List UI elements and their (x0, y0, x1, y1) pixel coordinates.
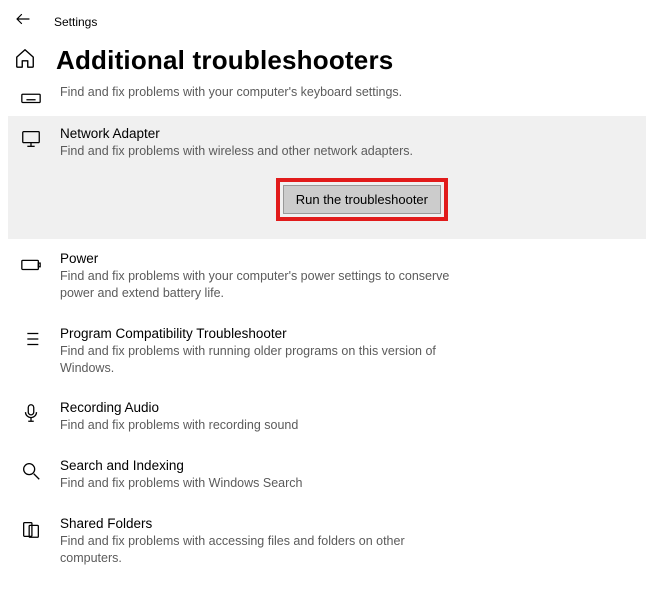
item-title: Program Compatibility Troubleshooter (60, 326, 460, 341)
item-desc: Find and fix problems with accessing fil… (60, 533, 460, 567)
troubleshooter-item-compat[interactable]: Program Compatibility Troubleshooter Fin… (8, 316, 646, 389)
back-button[interactable] (14, 10, 32, 33)
troubleshooter-item-search[interactable]: Search and Indexing Find and fix problem… (8, 448, 646, 504)
battery-icon (20, 253, 42, 275)
run-troubleshooter-button[interactable]: Run the troubleshooter (283, 185, 441, 214)
troubleshooter-list: Find and fix problems with your computer… (0, 82, 654, 595)
run-button-highlight: Run the troubleshooter (276, 178, 448, 221)
home-icon[interactable] (14, 47, 36, 74)
item-title: Network Adapter (60, 126, 460, 141)
troubleshooter-item-shared[interactable]: Shared Folders Find and fix problems wit… (8, 506, 646, 579)
page-title: Additional troubleshooters (56, 45, 393, 76)
item-title: Power (60, 251, 460, 266)
item-title: Search and Indexing (60, 458, 460, 473)
search-icon (20, 460, 42, 482)
item-desc: Find and fix problems with running older… (60, 343, 460, 377)
item-desc: Find and fix problems with Windows Searc… (60, 475, 460, 492)
troubleshooter-item-power[interactable]: Power Find and fix problems with your co… (8, 241, 646, 314)
troubleshooter-item-keyboard[interactable]: Find and fix problems with your computer… (8, 82, 646, 114)
back-arrow-icon (14, 10, 32, 28)
monitor-icon (20, 128, 42, 150)
window-title: Settings (54, 15, 97, 29)
microphone-icon (20, 402, 42, 424)
troubleshooter-item-network[interactable]: Network Adapter Find and fix problems wi… (8, 116, 646, 239)
item-desc: Find and fix problems with wireless and … (60, 143, 460, 160)
item-desc: Find and fix problems with your computer… (60, 268, 460, 302)
troubleshooter-item-recording[interactable]: Recording Audio Find and fix problems wi… (8, 390, 646, 446)
keyboard-icon (20, 86, 42, 108)
list-icon (20, 328, 42, 350)
item-title: Recording Audio (60, 400, 460, 415)
item-title: Shared Folders (60, 516, 460, 531)
item-desc: Find and fix problems with recording sou… (60, 417, 460, 434)
item-desc: Find and fix problems with your computer… (60, 84, 460, 101)
folder-icon (20, 518, 42, 540)
